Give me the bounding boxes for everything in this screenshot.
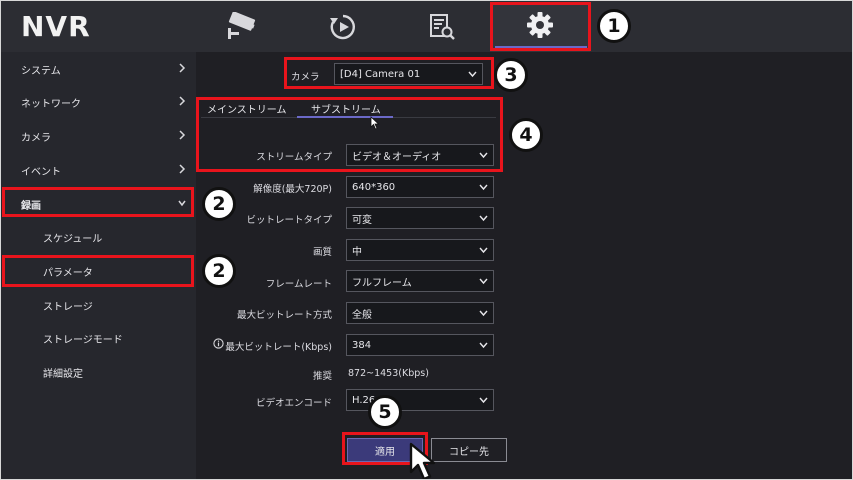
sidebar-item-storage[interactable]: ストレージ — [1, 288, 196, 322]
bitrate-type-value: 可変 — [352, 214, 372, 226]
nav-search-file-icon[interactable] — [421, 7, 461, 47]
chevron-right-icon — [179, 164, 186, 174]
max-bitrate-mode-select[interactable]: 全般 — [346, 302, 494, 324]
chevron-down-icon — [479, 215, 488, 222]
quality-label: 画質 — [312, 247, 332, 258]
camera-icon — [228, 12, 256, 39]
frame-rate-value: フルフレーム — [352, 277, 412, 289]
sidebar: システム ネットワーク カメラ イベント 録画 スケジュール パラメータ ストレ… — [1, 52, 196, 479]
sidebar-item-network[interactable]: ネットワーク — [1, 85, 196, 119]
chevron-down-icon — [479, 152, 488, 159]
step-badge-3: 3 — [494, 58, 528, 92]
recommended-label: 推奨 — [312, 371, 332, 382]
nav-camera-icon[interactable] — [223, 7, 263, 47]
sidebar-item-label: ストレージ — [43, 301, 93, 313]
nav-playback-icon[interactable] — [323, 7, 363, 47]
active-tab-underline — [495, 46, 587, 49]
max-bitrate-value: 384 — [352, 339, 372, 351]
chevron-down-icon — [479, 342, 488, 349]
step-badge-4: 4 — [509, 118, 543, 152]
step-badge-2b: 2 — [202, 254, 236, 288]
sidebar-item-label: スケジュール — [43, 233, 103, 245]
max-bitrate-select[interactable]: 384 — [346, 334, 494, 356]
step-badge-5: 5 — [368, 395, 402, 429]
tab-main-stream[interactable]: メインストリーム — [207, 101, 287, 116]
chevron-right-icon — [179, 96, 186, 106]
chevron-down-icon — [479, 184, 488, 191]
sidebar-item-label: ネットワーク — [21, 98, 81, 110]
sidebar-item-camera[interactable]: カメラ — [1, 119, 196, 153]
sidebar-item-advanced[interactable]: 詳細設定 — [1, 355, 196, 389]
chevron-right-icon — [179, 130, 186, 140]
info-icon[interactable] — [213, 338, 224, 349]
step-badge-1: 1 — [597, 9, 631, 43]
recommended-value: 872~1453(Kbps) — [348, 368, 429, 379]
sidebar-item-parameters[interactable]: パラメータ — [1, 254, 196, 288]
chevron-down-icon — [178, 200, 186, 207]
bitrate-type-label: ビットレートタイプ — [246, 215, 332, 226]
resolution-value: 640*360 — [352, 181, 396, 193]
cursor-icon — [409, 442, 436, 479]
nvr-window: NVR システム ネットワーク カメラ イベント 録画 スケジュール パラメータ… — [0, 0, 853, 480]
quality-select[interactable]: 中 — [346, 239, 494, 261]
sidebar-item-label: 詳細設定 — [43, 368, 83, 380]
tab-sub-stream[interactable]: サブストリーム — [311, 101, 381, 116]
sidebar-item-recording[interactable]: 録画 — [1, 187, 196, 221]
max-bitrate-label: 最大ビットレート(Kbps) — [225, 342, 332, 353]
camera-label: カメラ — [291, 72, 320, 83]
playback-icon — [330, 14, 355, 40]
gear-icon — [527, 12, 553, 38]
sidebar-item-schedule[interactable]: スケジュール — [1, 220, 196, 254]
chevron-down-icon — [479, 310, 488, 317]
step-badge-2a: 2 — [202, 187, 236, 221]
stream-type-value: ビデオ＆オーディオ — [352, 151, 442, 163]
bitrate-type-select[interactable]: 可変 — [346, 207, 494, 229]
sidebar-item-label: システム — [21, 65, 61, 77]
mouse-pointer-icon — [370, 116, 380, 130]
sidebar-item-storage-mode[interactable]: ストレージモード — [1, 321, 196, 355]
sidebar-item-label: ストレージモード — [43, 334, 123, 346]
chevron-down-icon — [479, 247, 488, 254]
stream-type-select[interactable]: ビデオ＆オーディオ — [346, 144, 494, 166]
sidebar-item-label: イベント — [21, 166, 61, 178]
camera-select[interactable]: [D4] Camera 01 — [334, 63, 483, 85]
sidebar-item-label: パラメータ — [43, 267, 93, 279]
resolution-select[interactable]: 640*360 — [346, 176, 494, 198]
sidebar-item-label: カメラ — [21, 132, 51, 144]
chevron-down-icon — [468, 71, 477, 78]
chevron-down-icon — [479, 278, 488, 285]
video-encode-label: ビデオエンコード — [255, 398, 332, 409]
max-bitrate-mode-value: 全般 — [352, 309, 372, 321]
stream-type-label: ストリームタイプ — [256, 152, 332, 163]
sidebar-item-event[interactable]: イベント — [1, 153, 196, 187]
max-bitrate-mode-label: 最大ビットレート方式 — [236, 310, 332, 321]
quality-value: 中 — [352, 246, 362, 258]
camera-select-value: [D4] Camera 01 — [340, 68, 421, 80]
nvr-logo: NVR — [21, 10, 91, 43]
top-bar: NVR — [1, 1, 852, 52]
chevron-down-icon — [479, 397, 488, 404]
search-file-icon — [430, 14, 455, 40]
sidebar-item-system[interactable]: システム — [1, 52, 196, 86]
sidebar-item-label: 録画 — [21, 200, 41, 212]
frame-rate-select[interactable]: フルフレーム — [346, 270, 494, 292]
frame-rate-label: フレームレート — [265, 279, 332, 290]
resolution-label: 解像度(最大720P) — [253, 184, 332, 195]
chevron-right-icon — [179, 63, 186, 73]
nav-settings-tab[interactable] — [490, 2, 590, 52]
